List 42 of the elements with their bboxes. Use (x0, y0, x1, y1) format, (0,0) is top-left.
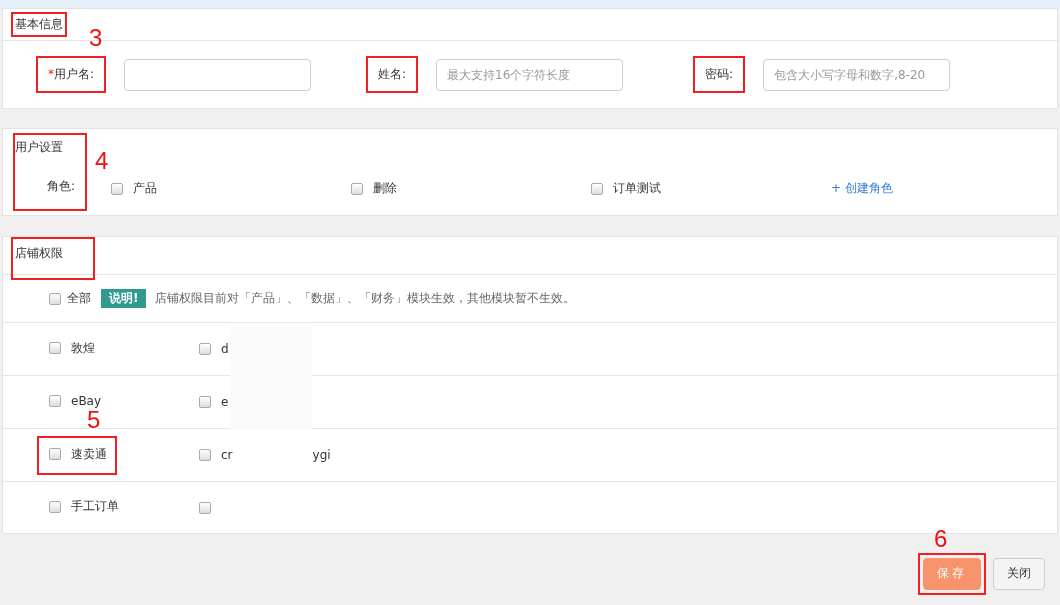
checkbox[interactable] (591, 182, 603, 195)
checkbox[interactable] (199, 343, 211, 355)
checkbox-label: 速卖通 (71, 445, 107, 463)
note-badge: 说明! (101, 289, 147, 308)
input-field[interactable] (124, 58, 312, 91)
checkbox-label: 敦煌 (71, 339, 95, 357)
checkbox-label: 手工订单 (71, 498, 119, 515)
note-text: 店铺权限目前对「产品」、「数据」、「财务」模块生效，其他模块暂不生效。 (155, 290, 576, 307)
section-title: 用户设置 (15, 139, 63, 156)
callout-number: 5 (87, 407, 101, 432)
checkbox-label: cr (221, 448, 233, 462)
checkbox[interactable] (199, 501, 211, 514)
input-field[interactable]: 包含大小写字母和数字,8-20 (763, 58, 951, 91)
checkbox[interactable] (49, 292, 61, 305)
checkbox[interactable] (199, 449, 211, 461)
callout-number: 3 (89, 26, 103, 50)
field-label: 密码: (705, 66, 734, 83)
callout-number: 6 (934, 526, 948, 551)
checkbox-label: e (221, 395, 229, 409)
checkbox[interactable] (49, 395, 61, 407)
checkbox-label: 产品 (133, 180, 157, 197)
input-field[interactable]: 最大支持16个字符长度 (436, 58, 624, 91)
checkbox-label: 全部 (67, 290, 91, 307)
checkbox-label: ygi (312, 448, 331, 462)
checkbox[interactable] (199, 396, 211, 408)
checkbox-label: 删除 (373, 180, 397, 197)
create-role-link[interactable]: + 创建角色 (831, 180, 893, 197)
section-title: 店铺权限 (15, 245, 63, 262)
checkbox[interactable] (49, 342, 61, 354)
field-label: 角色: (47, 178, 76, 195)
field-label: 姓名: (378, 66, 407, 83)
close-button[interactable]: 关闭 (993, 557, 1045, 590)
checkbox[interactable] (351, 182, 363, 195)
checkbox-label: d (221, 342, 229, 356)
checkbox[interactable] (111, 182, 123, 195)
checkbox[interactable] (49, 500, 61, 513)
checkbox-label: 订单测试 (613, 180, 661, 197)
field-label: *用户名: (48, 66, 95, 83)
checkbox-label: eBay (71, 394, 102, 408)
section-title: 基本信息 (15, 16, 63, 33)
callout-number: 4 (95, 149, 109, 173)
checkbox[interactable] (49, 448, 61, 460)
